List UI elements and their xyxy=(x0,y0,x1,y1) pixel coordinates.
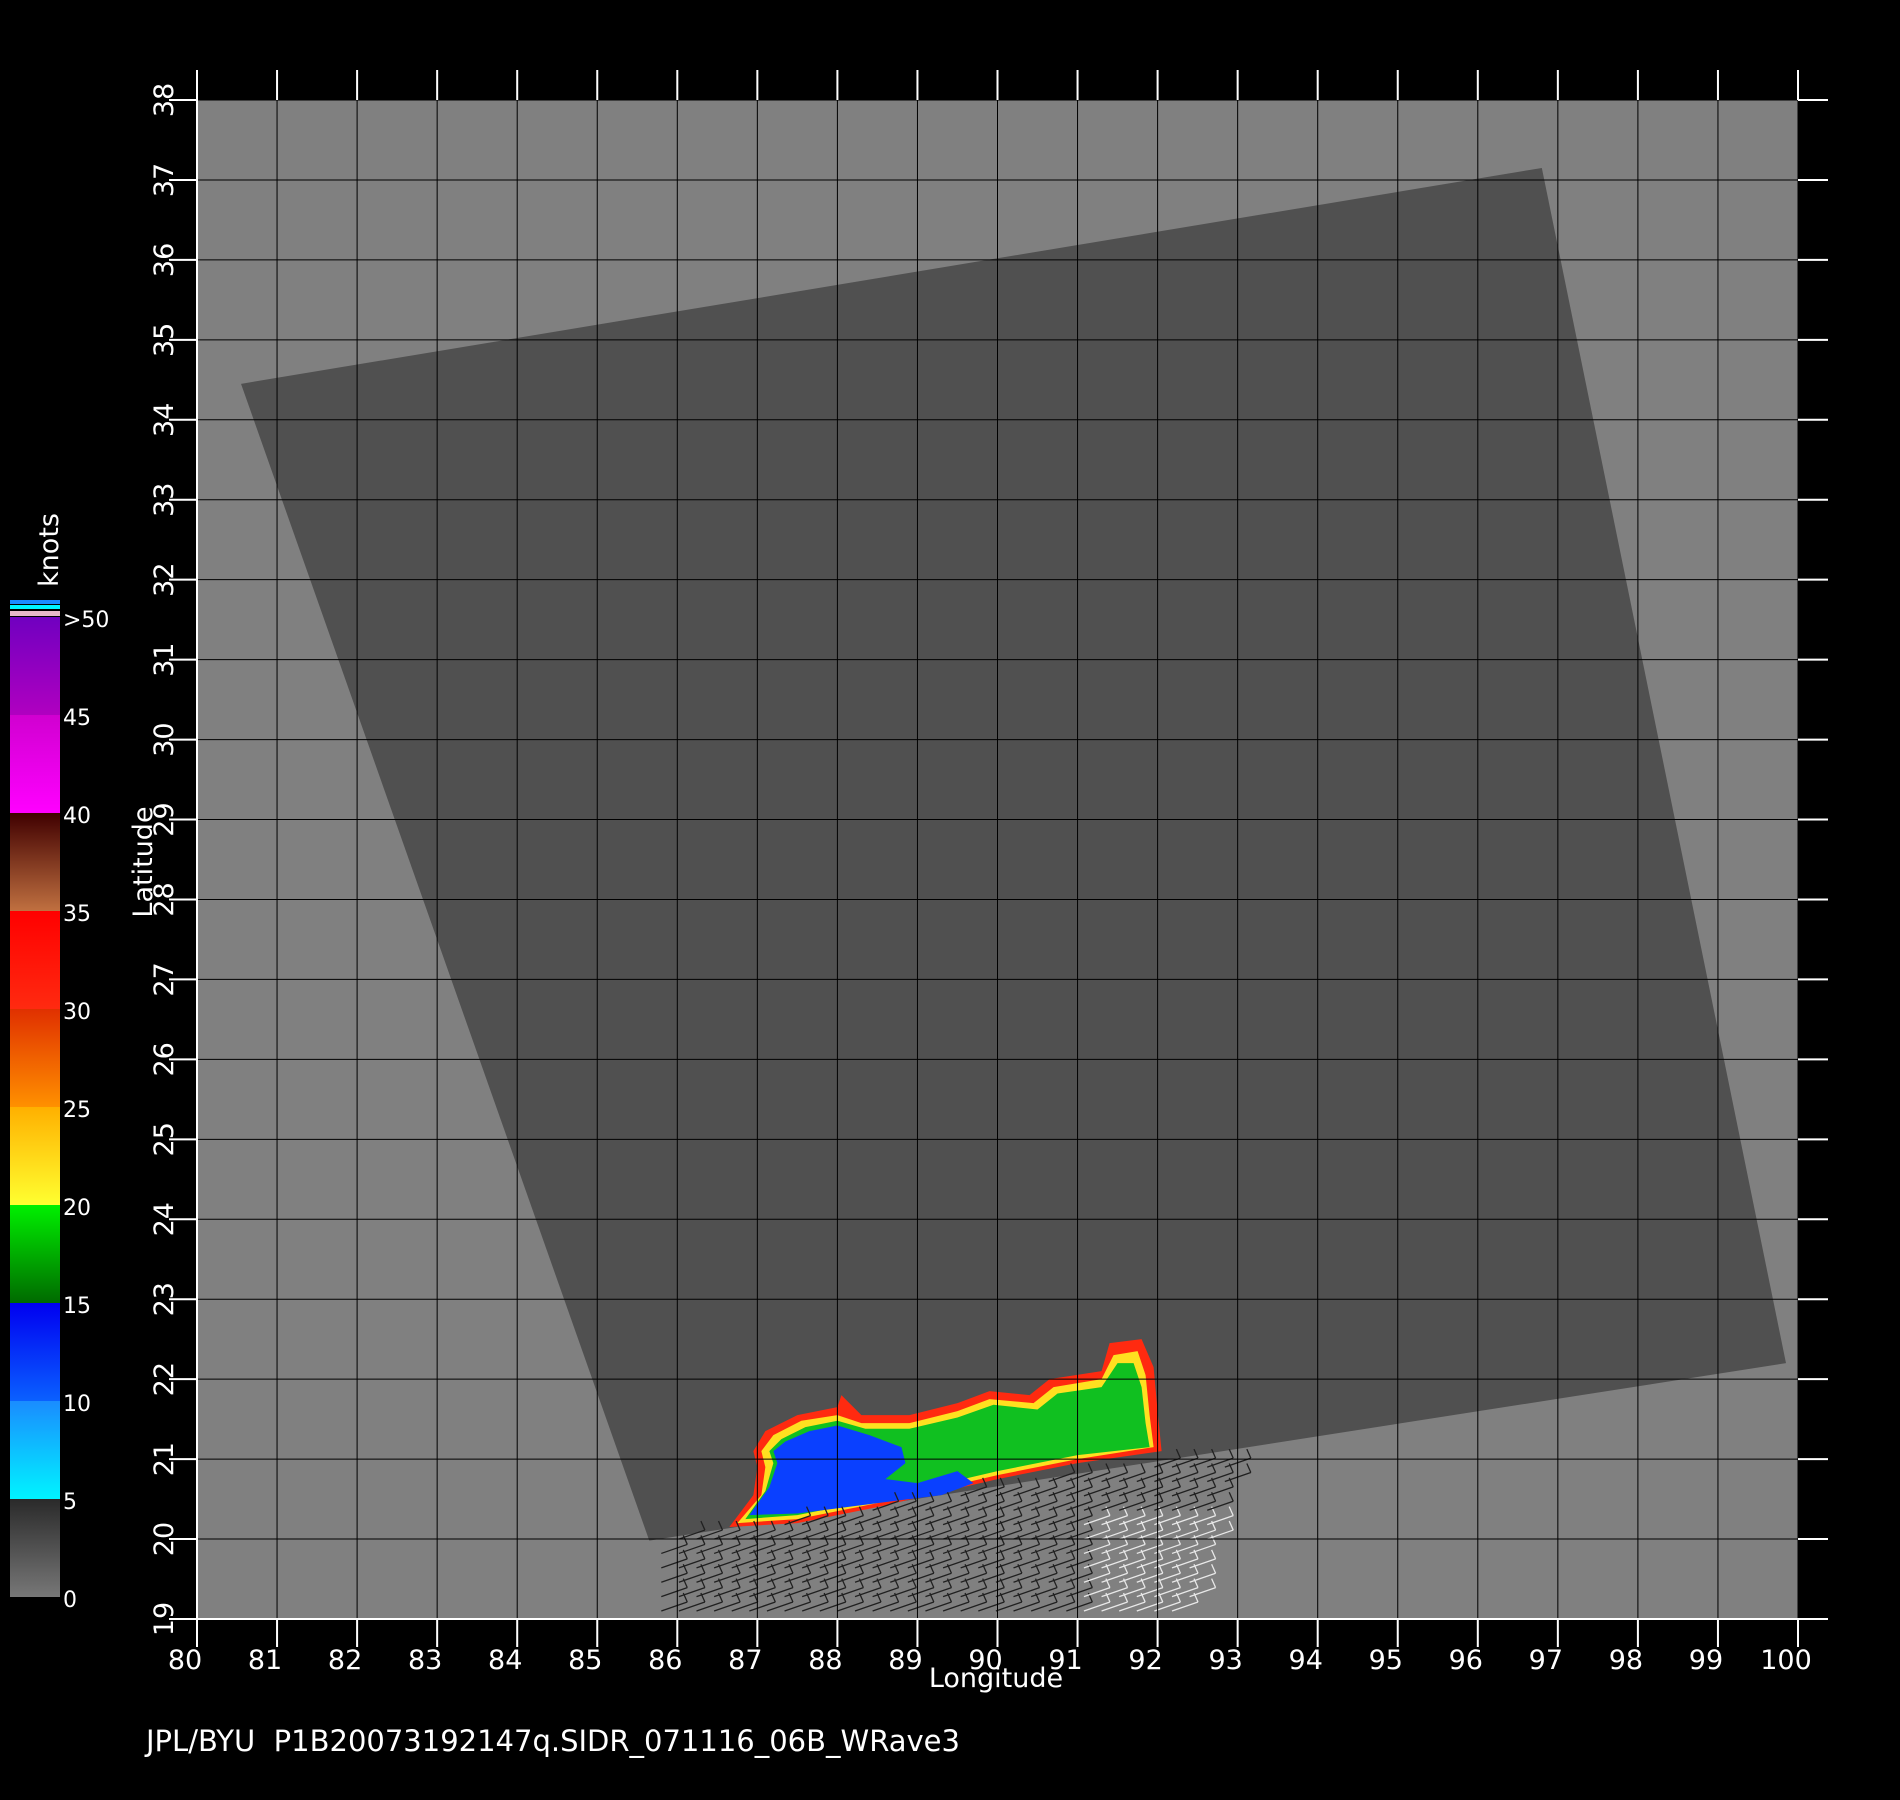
x-tick-label: 89 xyxy=(888,1645,922,1676)
colorbar-label: 20 xyxy=(63,1196,91,1221)
colorbar-band xyxy=(10,1205,60,1303)
footer-caption: JPL/BYU P1B20073192147q.SIDR_071116_06B_… xyxy=(146,1724,960,1758)
colorbar-cap xyxy=(10,600,60,604)
x-tick-label: 82 xyxy=(328,1645,362,1676)
colorbar-label: 0 xyxy=(63,1588,77,1613)
x-tick-label: 94 xyxy=(1289,1645,1323,1676)
x-tick-label: 100 xyxy=(1760,1645,1812,1676)
colorbar-band xyxy=(10,715,60,813)
colorbar-label: 45 xyxy=(63,706,91,731)
y-tick-label: 33 xyxy=(149,483,180,517)
colorbar-unit: knots xyxy=(34,513,65,587)
y-tick-label: 27 xyxy=(149,962,180,996)
x-tick-label: 88 xyxy=(808,1645,842,1676)
y-tick-label: 38 xyxy=(149,83,180,117)
colorbar-label: 15 xyxy=(63,1294,91,1319)
x-tick-label: 93 xyxy=(1208,1645,1242,1676)
colorbar-label: 30 xyxy=(63,1000,91,1025)
y-tick-label: 32 xyxy=(149,563,180,597)
colorbar-band xyxy=(10,617,60,715)
x-axis-title: Longitude xyxy=(929,1663,1063,1694)
y-tick-label: 24 xyxy=(149,1202,180,1236)
x-tick-label: 83 xyxy=(408,1645,442,1676)
colorbar-label: 40 xyxy=(63,804,91,829)
x-tick-label: 84 xyxy=(488,1645,522,1676)
footer-source: JPL/BYU xyxy=(146,1724,256,1758)
colorbar-band xyxy=(10,1107,60,1205)
y-tick-label: 34 xyxy=(149,403,180,437)
colorbar-label: >50 xyxy=(63,608,109,633)
x-tick-label: 80 xyxy=(168,1645,202,1676)
y-tick-label: 19 xyxy=(149,1602,180,1636)
y-tick-label: 23 xyxy=(149,1282,180,1316)
y-tick-label: 35 xyxy=(149,323,180,357)
x-tick-label: 96 xyxy=(1449,1645,1483,1676)
colorbar-cap xyxy=(10,605,60,609)
y-tick-label: 20 xyxy=(149,1522,180,1556)
grid xyxy=(196,99,1799,1620)
y-tick-label: 22 xyxy=(149,1362,180,1396)
y-tick-label: 36 xyxy=(149,243,180,277)
y-tick-label: 21 xyxy=(149,1442,180,1476)
colorbar-label: 35 xyxy=(63,902,91,927)
footer-filename: P1B20073192147q.SIDR_071116_06B_WRave3 xyxy=(273,1724,960,1758)
colorbar-band xyxy=(10,1303,60,1401)
x-tick-label: 97 xyxy=(1529,1645,1563,1676)
colorbar-label: 25 xyxy=(63,1098,91,1123)
x-tick-label: 95 xyxy=(1369,1645,1403,1676)
x-tick-label: 87 xyxy=(728,1645,762,1676)
colorbar-band xyxy=(10,1401,60,1499)
y-tick-label: 25 xyxy=(149,1122,180,1156)
colorbar-band xyxy=(10,911,60,1009)
y-tick-label: 30 xyxy=(149,722,180,756)
x-tick-label: 86 xyxy=(648,1645,682,1676)
y-tick-label: 31 xyxy=(149,642,180,676)
plot-area: 80 81 82 83 84 85 86 87 88 89 90 91 92 93 94 95 96 97 98 99… xyxy=(149,70,1828,1676)
x-tick-label: 81 xyxy=(248,1645,282,1676)
colorbar-band xyxy=(10,813,60,911)
colorbar-cap xyxy=(10,611,60,616)
wind-map: 80 81 82 83 84 85 86 87 88 89 90 91 92 93 94 95 96 97 98 99… xyxy=(0,0,1900,1800)
x-tick-label: 99 xyxy=(1689,1645,1723,1676)
y-tick-label: 26 xyxy=(149,1042,180,1076)
x-tick-label: 92 xyxy=(1128,1645,1162,1676)
colorbar-band xyxy=(10,1009,60,1107)
y-tick-label: 37 xyxy=(149,163,180,197)
y-axis-title: Latitude xyxy=(128,806,159,917)
colorbar-label: 10 xyxy=(63,1392,91,1417)
x-tick-label: 85 xyxy=(568,1645,602,1676)
colorbar-label: 5 xyxy=(63,1490,77,1515)
x-tick-label: 98 xyxy=(1609,1645,1643,1676)
colorbar-band xyxy=(10,1499,60,1597)
